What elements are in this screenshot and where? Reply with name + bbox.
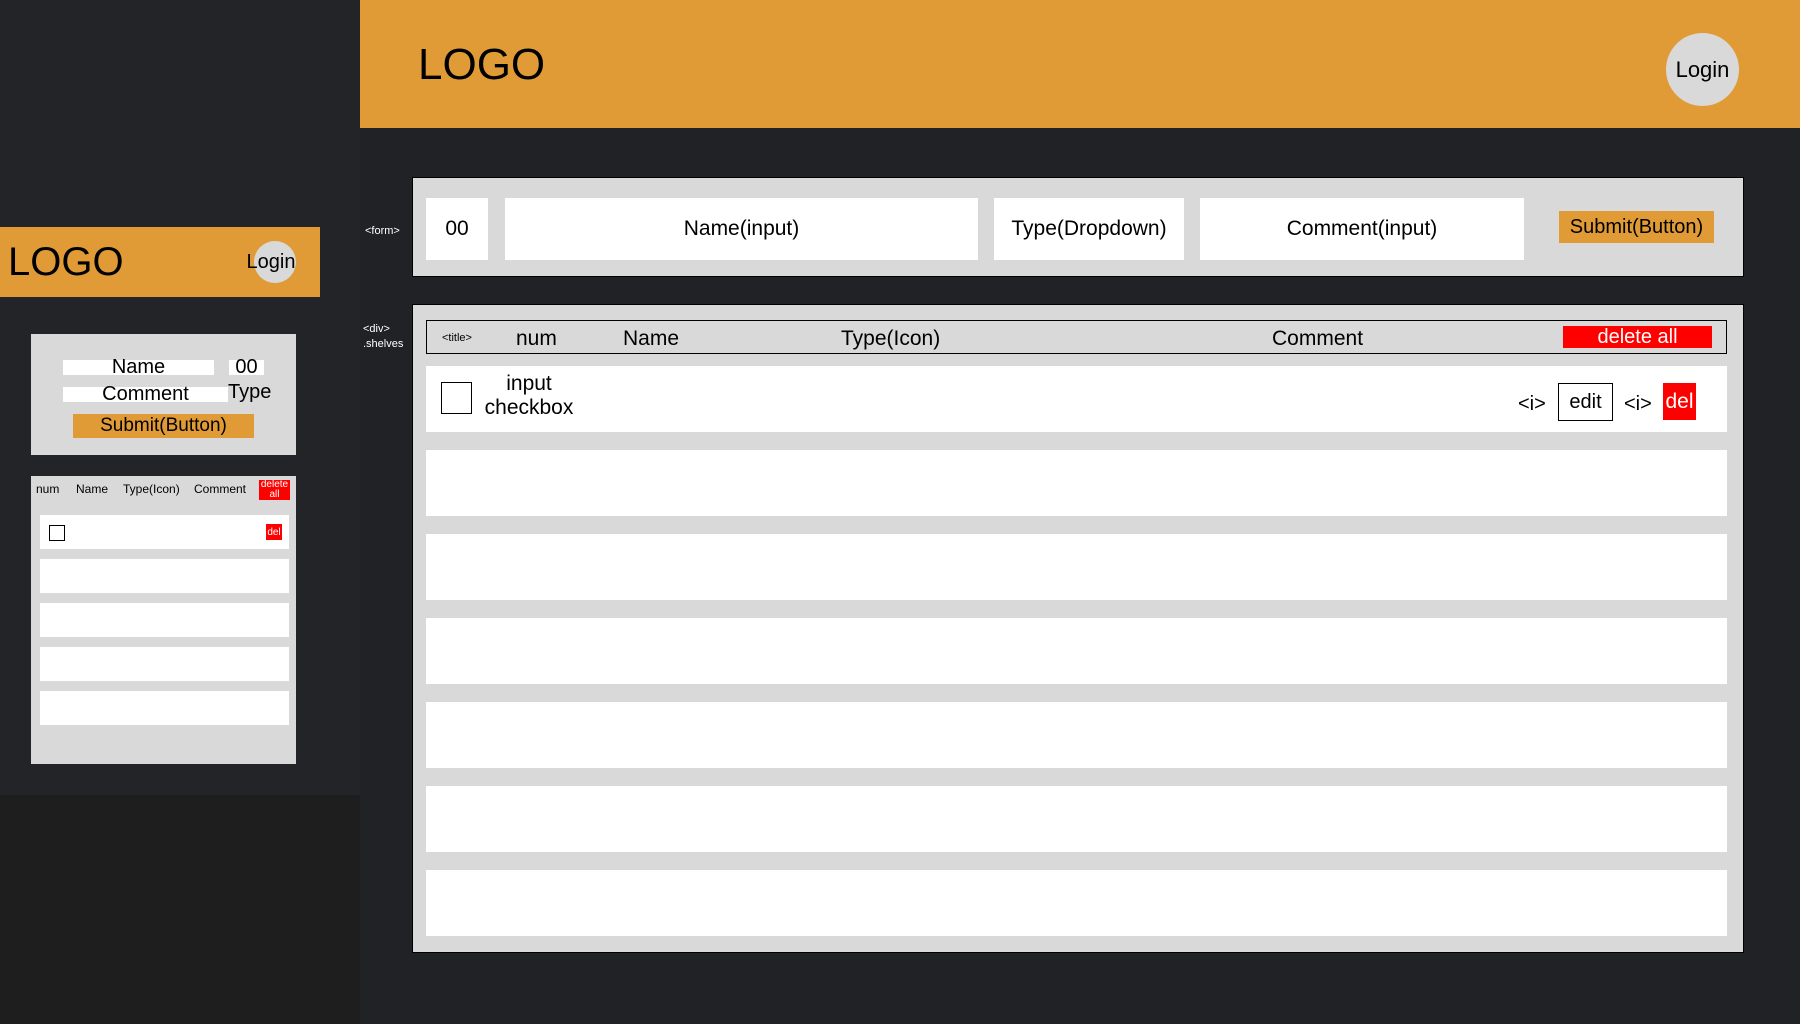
header-comment: Comment — [1272, 327, 1364, 350]
shelves-tag-note-1: <div> — [363, 323, 390, 335]
table-row — [426, 786, 1727, 852]
checkbox-label: input checkbox — [482, 372, 576, 420]
edit-button[interactable]: edit — [1558, 383, 1613, 421]
mobile-header-num: num — [36, 482, 60, 496]
mobile-header-type: Type(Icon) — [123, 482, 180, 496]
delete-button[interactable]: del — [1663, 383, 1696, 420]
header-name: Name — [623, 327, 680, 350]
desktop-logo: LOGO — [418, 40, 546, 89]
header-num: num — [516, 327, 557, 350]
name-input[interactable]: Name(input) — [505, 198, 978, 260]
mobile-list-item — [40, 559, 289, 593]
desktop-header — [360, 0, 1800, 128]
header-type: Type(Icon) — [841, 327, 941, 350]
table-row — [426, 618, 1727, 684]
mobile-logo: LOGO — [8, 240, 124, 284]
mobile-row-delete-button[interactable]: del — [266, 524, 282, 540]
shelves-tag-note-2: .shelves — [363, 338, 404, 350]
mobile-header-comment: Comment — [194, 482, 247, 496]
checkbox-label-line-2: checkbox — [484, 396, 574, 419]
delete-icon: <i> — [1624, 393, 1652, 415]
form-tag-note: <form> — [365, 225, 400, 237]
mobile-name-input[interactable]: Name — [63, 357, 214, 377]
comment-input[interactable]: Comment(input) — [1200, 198, 1524, 260]
delete-all-button[interactable]: delete all — [1563, 326, 1712, 348]
mobile-comment-input[interactable]: Comment — [63, 384, 228, 404]
mobile-list-item — [40, 691, 289, 725]
table-row — [426, 870, 1727, 936]
edit-icon: <i> — [1518, 393, 1546, 415]
submit-button[interactable]: Submit(Button) — [1559, 211, 1714, 243]
table-row — [426, 534, 1727, 600]
type-dropdown[interactable]: Type(Dropdown) — [994, 198, 1184, 260]
mobile-header-name: Name — [76, 482, 109, 496]
table-row — [426, 702, 1727, 768]
desktop-login-button[interactable]: Login — [1666, 33, 1739, 106]
mobile-login-label: Login — [246, 250, 296, 273]
mobile-row-checkbox[interactable] — [49, 525, 65, 541]
mobile-list-item — [40, 515, 289, 549]
mobile-submit-button[interactable]: Submit(Button) — [73, 414, 254, 438]
table-row — [426, 450, 1727, 516]
mobile-delete-all-button[interactable]: delete all — [259, 480, 290, 500]
mobile-list-item — [40, 647, 289, 681]
title-tag-note: <title> — [442, 332, 472, 344]
num-field[interactable]: 00 — [426, 198, 488, 260]
checkbox-label-line-1: input — [506, 372, 552, 395]
mobile-list-item — [40, 603, 289, 637]
mobile-login-button[interactable]: Login — [247, 241, 296, 283]
shelves-title-bar — [426, 320, 1727, 354]
mobile-num-field[interactable]: 00 — [229, 357, 264, 377]
row-checkbox[interactable] — [441, 382, 472, 414]
mobile-type-dropdown[interactable]: Type — [228, 380, 271, 404]
